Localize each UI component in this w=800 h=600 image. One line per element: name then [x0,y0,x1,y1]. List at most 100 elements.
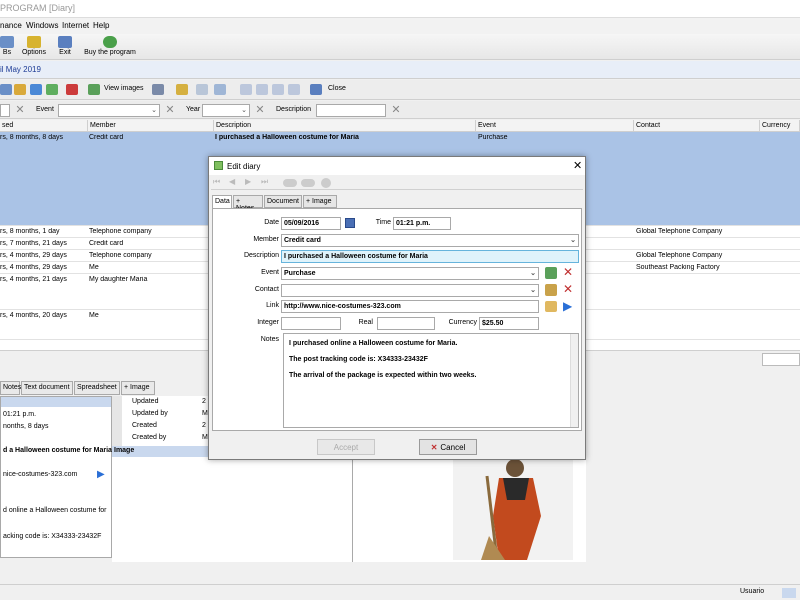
year-filter-select[interactable]: ⌄ [202,104,250,117]
folder-icon[interactable] [176,84,188,95]
time-field[interactable]: 01:21 p.m. [393,217,451,230]
open-link-icon[interactable]: ▶ [563,299,572,313]
summary-link[interactable]: nice-costumes-323.com [3,471,77,478]
menu-internet[interactable]: Internet [62,21,89,30]
list-icon[interactable] [46,84,58,95]
contact-label: Contact [254,286,279,293]
undo-icon[interactable] [283,179,297,187]
edit-icon[interactable] [14,84,26,95]
cart-icon [103,36,117,48]
print-icon[interactable] [152,84,164,95]
menu-help[interactable]: Help [93,21,109,30]
tab-data[interactable]: Data [212,195,232,209]
search-icon[interactable] [214,84,226,95]
buy-program-button[interactable]: Buy the program [82,36,138,56]
next-record-icon[interactable] [272,84,284,95]
clear-event-filter-icon[interactable]: ✕ [164,104,176,116]
add-icon[interactable] [30,84,42,95]
delete-icon[interactable] [66,84,78,95]
folder-icon[interactable] [545,301,557,312]
last-icon[interactable]: ⏭ [261,177,268,187]
delete-contact-icon[interactable]: ✕ [563,282,573,296]
event-filter-label: Event [36,106,54,113]
dialog-tabs: Data + Notes Document + Image [212,195,582,212]
link-icon[interactable] [196,84,208,95]
exit-button[interactable]: Exit [56,36,74,56]
delete-event-icon[interactable]: ✕ [563,265,573,279]
clear-year-filter-icon[interactable]: ✕ [254,104,266,116]
real-label: Real [358,319,373,326]
contact-select[interactable]: ⌄ [281,284,539,297]
date-header-bar: il May 2019 [0,61,800,79]
search-icon[interactable] [321,178,331,188]
gears-icon [27,36,41,48]
dialog-close-icon[interactable]: ✕ [573,159,582,172]
notes-scrollbar[interactable] [570,334,578,427]
contacts-icon[interactable] [545,284,557,296]
toolbar-dbs-button[interactable]: Bs [0,36,14,56]
event-select[interactable]: Purchase ⌄ [281,267,539,280]
filter-bar: ✕ Event ⌄ ✕ Year ⌄ ✕ Description ✕ [0,101,800,119]
tab-document[interactable]: Document [264,195,302,208]
link-field[interactable]: http://www.nice-costumes-323.com [281,300,539,313]
event-filter-select[interactable]: ⌄ [58,104,160,117]
play-icon[interactable]: ▶ [97,469,105,480]
image-section-label: Image [114,447,135,454]
tab-notes[interactable]: + Notes [233,195,263,212]
images-icon[interactable] [88,84,100,95]
description-field[interactable]: I purchased a Halloween costume for Mari… [281,250,579,263]
accept-button[interactable]: Accept [317,439,375,455]
tab-notes[interactable]: Notes [0,381,21,395]
prop-created-by-label: Created by [132,434,167,441]
integer-field[interactable] [281,317,341,330]
menu-maintenance[interactable]: nance [0,21,22,30]
edit-diary-dialog: Edit diary ✕ ⏮ ◀ ▶ ⏭ Data + Notes Docume… [208,156,586,460]
member-select[interactable]: Credit card ⌄ [281,234,579,247]
column-description[interactable]: Description [214,120,476,132]
tab-image[interactable]: + Image [303,195,337,208]
column-elapsed[interactable]: sed [0,120,88,132]
main-toolbar: Bs Options Exit Buy the program [0,34,800,60]
filter-field-1[interactable] [0,104,10,117]
first-record-icon[interactable] [240,84,252,95]
column-member[interactable]: Member [88,120,214,132]
tab-spreadsheet[interactable]: Spreadsheet [74,381,120,395]
options-button[interactable]: Options [20,36,48,56]
first-icon[interactable]: ⏮ [213,177,220,187]
next-icon[interactable]: ▶ [245,177,251,186]
view-images-button[interactable]: View images [104,85,144,92]
prev-icon[interactable]: ◀ [229,177,235,186]
prev-record-icon[interactable] [256,84,268,95]
prop-updated-label: Updated [132,398,159,405]
calendar-icon[interactable] [345,218,355,228]
description-filter-input[interactable] [316,104,386,117]
footer-field[interactable] [762,353,800,366]
tab-text-document[interactable]: Text document [21,381,73,395]
clear-filter-1-icon[interactable]: ✕ [14,104,26,116]
menu-windows[interactable]: Windows [26,21,58,30]
status-user: Usuario [740,588,765,595]
redo-icon[interactable] [301,179,315,187]
status-indicator [782,588,796,598]
summary-description: d a Halloween costume for Maria [3,447,112,454]
cancel-button[interactable]: ✕ Cancel [419,439,477,455]
add-event-icon[interactable] [545,267,557,279]
record-toolbar: View images Close [0,80,800,100]
clear-description-filter-icon[interactable]: ✕ [390,104,402,116]
close-button[interactable]: Close [328,85,346,92]
column-currency[interactable]: Currency [760,120,800,132]
notes-textarea[interactable]: I purchased online a Halloween costume f… [283,333,579,428]
prop-created-label: Created [132,422,157,429]
column-event[interactable]: Event [476,120,634,132]
tab-image[interactable]: + Image [121,381,155,395]
last-record-icon[interactable] [288,84,300,95]
currency-field[interactable]: $25.50 [479,317,539,330]
currency-label: Currency [448,319,477,326]
column-contact[interactable]: Contact [634,120,760,132]
prop-updated-by-label: Updated by [132,410,168,417]
close-icon[interactable] [310,84,322,95]
prop-updated-by-value: M [202,410,208,417]
date-field[interactable]: 05/09/2016 [281,217,341,230]
new-icon[interactable] [0,84,12,95]
real-field[interactable] [377,317,435,330]
